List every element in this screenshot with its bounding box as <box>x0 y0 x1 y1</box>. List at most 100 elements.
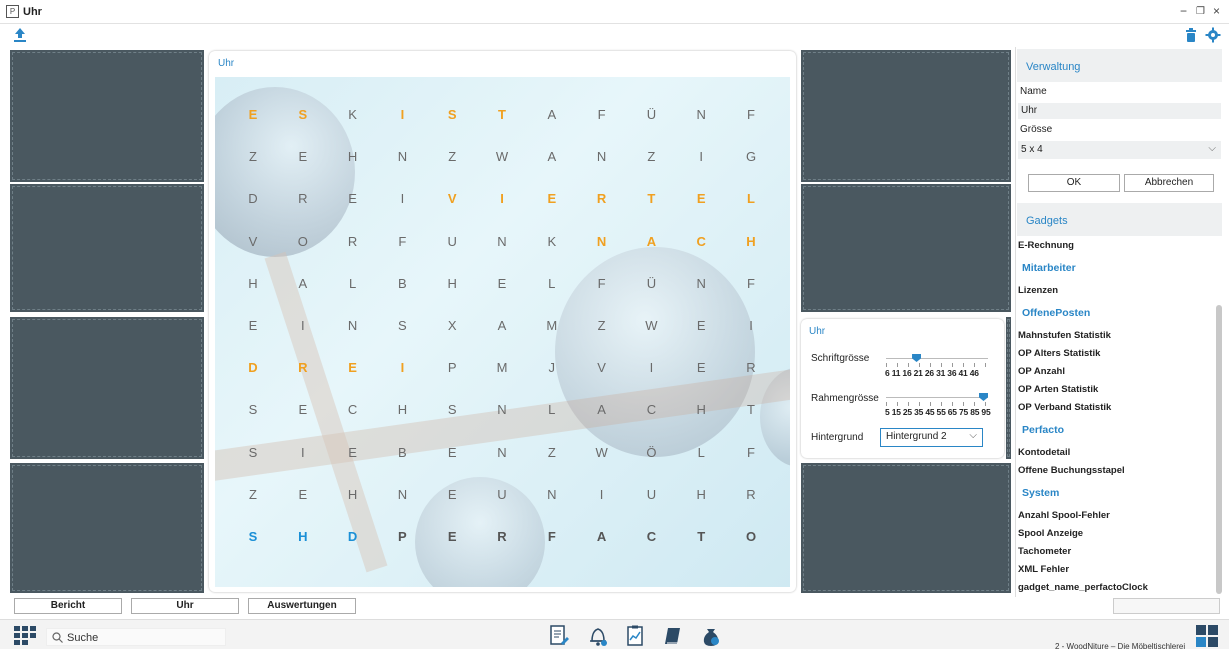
gadget-item[interactable]: Lizenzen <box>1018 285 1058 296</box>
slider-thumb[interactable] <box>912 354 922 362</box>
clock-letter: E <box>696 318 706 333</box>
name-field[interactable]: Uhr <box>1018 103 1221 119</box>
clock-letter: Z <box>597 318 606 333</box>
gear-icon[interactable] <box>1205 27 1221 43</box>
cancel-button[interactable]: Abbrechen <box>1124 174 1214 192</box>
money-bag-icon[interactable] <box>701 625 721 647</box>
empty-tile[interactable] <box>10 50 204 182</box>
settings-title: Uhr <box>809 326 826 337</box>
bell-icon[interactable] <box>588 625 608 647</box>
gadget-item[interactable]: Offene Buchungsstapel <box>1018 465 1125 476</box>
gadget-item[interactable]: OP Anzahl <box>1018 366 1065 377</box>
font-size-label: Schriftgrösse <box>811 353 870 364</box>
gadget-item[interactable]: Anzahl Spool-Fehler <box>1018 510 1110 521</box>
book-icon[interactable] <box>663 625 683 647</box>
font-size-tick-labels: 6 11 16 21 26 31 36 41 46 <box>885 368 979 378</box>
size-select[interactable]: 5 x 4 ⌵ <box>1018 141 1221 159</box>
empty-tile[interactable] <box>10 317 204 459</box>
clock-letter: H <box>248 275 258 291</box>
slider-thumb[interactable] <box>979 393 988 401</box>
name-label: Name <box>1020 86 1047 97</box>
clock-letter: I <box>500 191 504 207</box>
font-size-slider[interactable]: 6 11 16 21 26 31 36 41 46 <box>885 352 988 378</box>
clock-letter: Z <box>249 149 257 165</box>
gadget-item[interactable]: Tachometer <box>1018 546 1071 557</box>
restore-button[interactable]: ❐ <box>1196 6 1205 17</box>
clock-letter: A <box>597 402 606 418</box>
clock-letter: T <box>647 191 656 207</box>
clock-letter: R <box>746 486 756 502</box>
gadget-item[interactable]: Spool Anzeige <box>1018 528 1083 539</box>
company-status: 2 - WoodNiture – Die Möbeltischlerei <box>1055 642 1186 651</box>
chevron-down-icon: ⌵ <box>1208 143 1216 154</box>
gadget-item[interactable]: Mahnstufen Statistik <box>1018 330 1111 341</box>
clock-letter: F <box>747 275 755 291</box>
gadget-item[interactable]: OP Verband Statistik <box>1018 402 1111 413</box>
clock-letter: N <box>397 149 408 165</box>
layout-tiles-icon[interactable] <box>1196 625 1218 647</box>
clock-letter: B <box>398 275 407 291</box>
document-edit-icon[interactable] <box>549 625 569 647</box>
trash-icon[interactable] <box>1183 27 1199 43</box>
clock-letter: S <box>398 318 407 333</box>
sidebar-scrollbar[interactable] <box>1216 305 1222 594</box>
gadget-category[interactable]: Mitarbeiter <box>1022 262 1076 274</box>
clock-letter: F <box>747 444 755 460</box>
close-button[interactable]: × <box>1213 4 1220 18</box>
ok-button[interactable]: OK <box>1028 174 1120 192</box>
gadget-category[interactable]: System <box>1022 487 1059 499</box>
empty-tile[interactable] <box>801 463 1011 593</box>
empty-tile[interactable] <box>801 50 1011 182</box>
clock-letter: F <box>597 107 606 122</box>
clock-letter: E <box>348 191 357 207</box>
empty-tile[interactable] <box>10 463 204 593</box>
app-grid-icon[interactable] <box>14 626 36 646</box>
clock-letter: N <box>497 233 507 249</box>
clock-letter: C <box>347 402 358 418</box>
clock-letter: I <box>300 444 305 460</box>
clock-letter: V <box>248 233 258 249</box>
clock-letter: S <box>248 402 258 418</box>
clipboard-chart-icon[interactable] <box>625 625 645 647</box>
frame-size-slider[interactable]: 5 15 25 35 45 55 65 75 85 95 <box>885 391 991 417</box>
clock-letter: Ö <box>646 444 657 460</box>
background-select[interactable]: Hintergrund 2 ⌵ <box>880 428 983 447</box>
tab-uhr[interactable]: Uhr <box>131 598 239 614</box>
upload-icon[interactable] <box>12 27 28 43</box>
clock-letter: S <box>248 444 258 460</box>
clock-gadget[interactable]: Uhr E S K I S T A F Ü N F Z E H N Z W A N Z I G D R E I V I E R T E L V O R… <box>209 51 796 592</box>
clock-letter: P <box>447 360 457 376</box>
clock-letter: V <box>597 360 606 376</box>
gadget-item[interactable]: OP Alters Statistik <box>1018 348 1100 359</box>
title-bar: P Uhr − ❐ × <box>0 0 1229 24</box>
clock-letter: A <box>298 275 308 291</box>
clock-letter: W <box>495 149 509 165</box>
clock-letter: I <box>300 318 305 333</box>
clock-letter: D <box>248 360 258 376</box>
background-select-value: Hintergrund 2 <box>886 431 947 442</box>
gadget-item[interactable]: gadget_name_perfactoClock <box>1018 582 1148 593</box>
taskbar: Suche 2 - WoodNiture – Die Möbeltischler… <box>0 619 1229 651</box>
clock-letter: Z <box>647 149 656 165</box>
gadget-item[interactable]: E-Rechnung <box>1018 240 1074 251</box>
window-title: Uhr <box>23 6 42 18</box>
clock-letter: E <box>248 107 258 122</box>
clock-letter: Z <box>448 149 457 165</box>
status-field <box>1113 598 1220 614</box>
search-input[interactable]: Suche <box>46 628 226 646</box>
gadget-item[interactable]: Kontodetail <box>1018 447 1070 458</box>
gadget-category[interactable]: Perfacto <box>1022 424 1064 436</box>
minimize-button[interactable]: − <box>1180 4 1187 18</box>
clock-letter: T <box>747 402 755 418</box>
search-icon <box>52 632 63 643</box>
slider-ticks <box>886 402 988 406</box>
tab-bericht[interactable]: Bericht <box>14 598 122 614</box>
empty-tile[interactable] <box>10 184 204 312</box>
clock-letter: L <box>697 444 705 460</box>
gadget-item[interactable]: XML Fehler <box>1018 564 1069 575</box>
gadget-item[interactable]: OP Arten Statistik <box>1018 384 1098 395</box>
letter-grid: E S K I S T A F Ü N F Z E H N Z W A N Z I G D R E I V I E R T E L V O R F U N K… <box>215 77 790 587</box>
gadget-category[interactable]: OffenePosten <box>1022 307 1090 319</box>
empty-tile[interactable] <box>801 184 1011 312</box>
tab-auswertungen[interactable]: Auswertungen <box>248 598 356 614</box>
